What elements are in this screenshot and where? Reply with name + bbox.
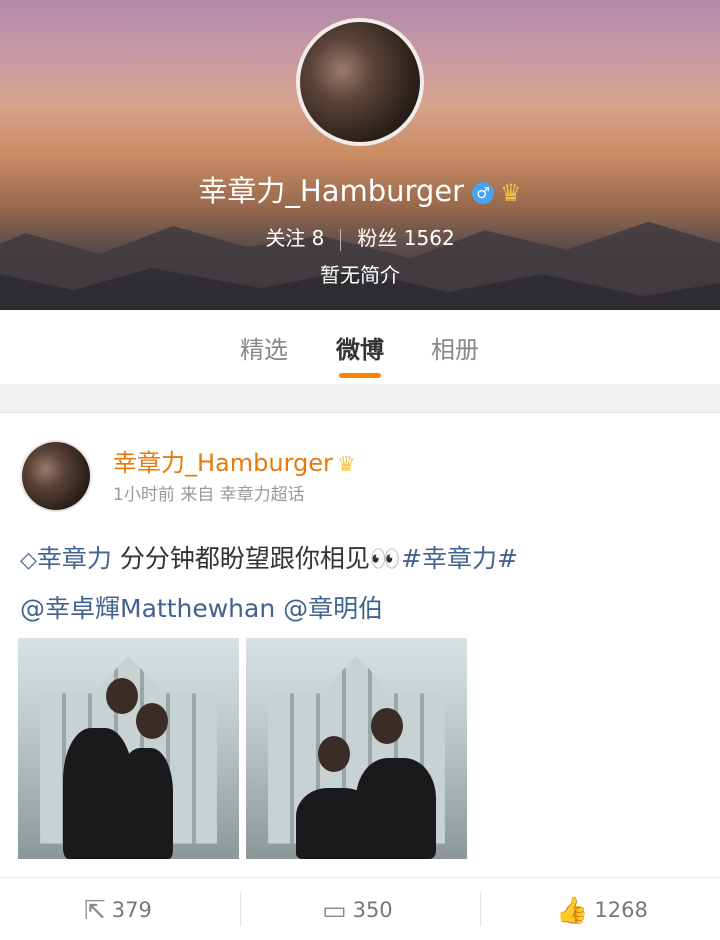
repost-icon: ⇱ bbox=[84, 896, 106, 926]
mention-link[interactable]: @章明伯 bbox=[283, 594, 383, 623]
post-image-2[interactable] bbox=[246, 638, 467, 859]
crown-icon[interactable]: ♛ bbox=[337, 452, 356, 476]
profile-stats: 关注 8 粉丝 1562 bbox=[0, 222, 720, 251]
post-actions: ⇱ 379 ▭ 350 👍 1268 bbox=[0, 877, 720, 940]
stats-divider bbox=[340, 228, 342, 251]
hashtag-link[interactable]: #幸章力# bbox=[401, 544, 518, 573]
action-divider bbox=[480, 892, 481, 926]
active-tab-indicator bbox=[339, 373, 381, 378]
post-body: ◇幸章力 分分钟都盼望跟你相见👀#幸章力# @幸卓輝Matthewhan @章明… bbox=[20, 535, 710, 633]
topic-link[interactable]: 幸章力 bbox=[37, 544, 112, 573]
mention-link[interactable]: @幸卓輝Matthewhan bbox=[20, 594, 275, 623]
topic-diamond-icon: ◇ bbox=[20, 548, 37, 573]
post-text: 分分钟都盼望跟你相见👀 bbox=[119, 544, 402, 573]
like-icon: 👍 bbox=[556, 896, 589, 926]
profile-tabs: 精选 微博 相册 bbox=[0, 310, 720, 385]
repost-button[interactable]: ⇱ 379 bbox=[84, 896, 152, 926]
crown-icon[interactable]: ♛ bbox=[500, 179, 522, 207]
section-divider bbox=[0, 384, 720, 413]
followers-stat[interactable]: 粉丝 1562 bbox=[357, 226, 454, 250]
action-divider bbox=[240, 892, 241, 926]
like-button[interactable]: 👍 1268 bbox=[556, 896, 648, 926]
post-author[interactable]: 幸章力_Hamburger ♛ bbox=[113, 443, 356, 478]
post-avatar[interactable] bbox=[20, 440, 92, 512]
profile-name: 幸章力_Hamburger bbox=[198, 174, 465, 208]
post-source-prefix: 来自 bbox=[180, 485, 215, 505]
post-meta: 1小时前 来自 幸章力超话 bbox=[113, 480, 305, 505]
tab-album[interactable]: 相册 bbox=[431, 330, 479, 365]
comment-button[interactable]: ▭ 350 bbox=[322, 896, 393, 926]
gender-verify-icon: ♂ bbox=[472, 182, 495, 204]
tab-featured[interactable]: 精选 bbox=[240, 330, 288, 365]
tab-weibo[interactable]: 微博 bbox=[336, 330, 384, 365]
post-source[interactable]: 幸章力超话 bbox=[220, 485, 305, 505]
profile-avatar[interactable] bbox=[296, 18, 424, 146]
post-time: 1小时前 bbox=[113, 485, 175, 505]
profile-name-row: 幸章力_Hamburger ♂ ♛ bbox=[0, 168, 720, 210]
following-stat[interactable]: 关注 8 bbox=[265, 226, 324, 250]
profile-header: 幸章力_Hamburger ♂ ♛ 关注 8 粉丝 1562 暂无简介 bbox=[0, 0, 720, 310]
profile-bio: 暂无简介 bbox=[320, 263, 400, 287]
post-image-1[interactable] bbox=[18, 638, 239, 859]
comment-icon: ▭ bbox=[322, 896, 347, 926]
